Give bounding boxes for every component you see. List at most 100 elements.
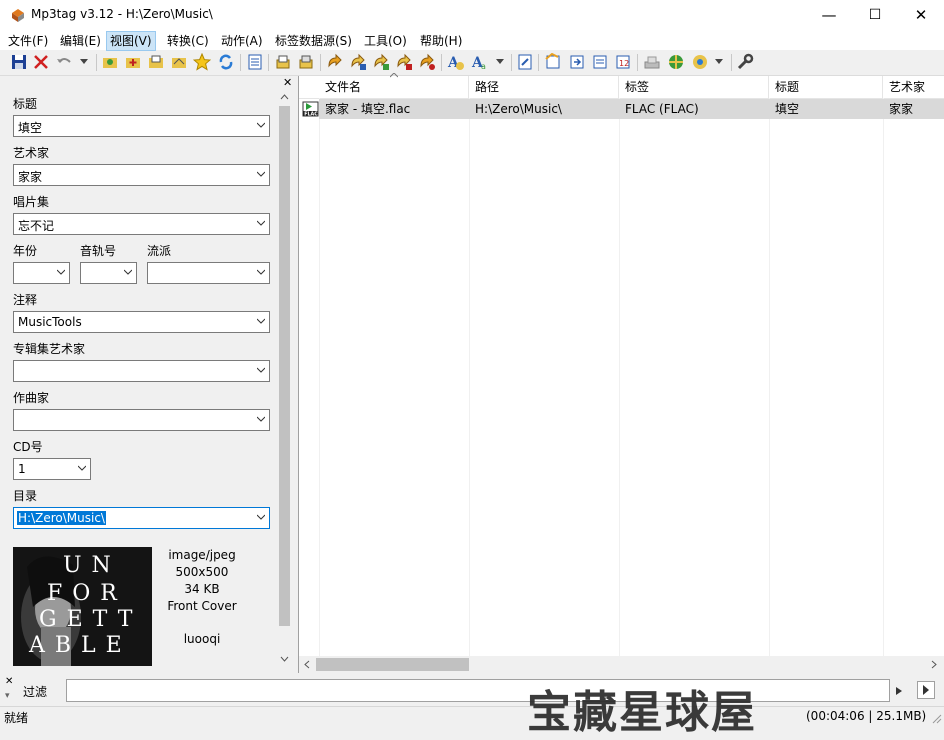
case-dropdown-icon[interactable]: Aa [471, 53, 489, 71]
add-folder-icon[interactable] [170, 53, 188, 71]
scroll-down-icon[interactable] [280, 655, 289, 663]
album-cover[interactable]: UN FOR GETT ABLE [13, 547, 152, 666]
filter-dropdown-icon[interactable] [894, 686, 904, 696]
disc-field[interactable]: 1 [13, 458, 91, 480]
file-list[interactable] [298, 76, 944, 673]
genre-field[interactable] [147, 262, 270, 284]
text-from-tag-icon[interactable] [395, 53, 413, 71]
export-icon[interactable] [274, 53, 292, 71]
filter-label: 过滤 [23, 685, 48, 699]
chevron-down-icon[interactable] [257, 366, 265, 374]
album-field[interactable]: 忘不记 [13, 213, 270, 235]
track-label: 音轨号 [80, 244, 117, 258]
filename-from-filename-icon[interactable] [372, 53, 390, 71]
sort-ascending-icon [390, 73, 398, 78]
close-button[interactable]: ✕ [898, 0, 944, 30]
chevron-down-icon[interactable] [257, 219, 265, 227]
open-folder-icon[interactable] [147, 53, 165, 71]
column-artist[interactable]: 艺术家 [883, 76, 944, 98]
chevron-down-icon[interactable] [257, 317, 265, 325]
track-field[interactable] [80, 262, 137, 284]
tag-from-filename-icon[interactable] [326, 53, 344, 71]
remove-tag-icon[interactable] [32, 53, 50, 71]
maximize-button[interactable]: ☐ [852, 0, 898, 30]
column-path[interactable]: 路径 [469, 76, 619, 98]
discogs-dropdown-icon[interactable] [715, 59, 723, 65]
comment-label: 注释 [13, 293, 38, 307]
toolbar-separator [637, 54, 638, 71]
artist-field[interactable]: 家家 [13, 164, 270, 186]
composer-field[interactable] [13, 409, 270, 431]
filter-pin-icon[interactable]: ▾ [5, 691, 10, 701]
toolbar-separator [731, 54, 732, 71]
svg-text:FLAC: FLAC [304, 111, 318, 117]
album-artist-field[interactable] [13, 360, 270, 382]
change-dir-icon[interactable] [101, 53, 119, 71]
chevron-down-icon[interactable] [124, 268, 132, 276]
scrollbar-thumb[interactable] [279, 106, 290, 626]
undo-dropdown-icon[interactable] [80, 59, 88, 65]
tag-panel-icon[interactable] [246, 53, 264, 71]
title-field[interactable]: 填空 [13, 115, 270, 137]
resize-grip-icon[interactable] [930, 712, 942, 724]
menu-help[interactable]: 帮助(H) [417, 32, 465, 50]
web-source-1-icon[interactable] [544, 53, 562, 71]
save-icon[interactable] [10, 53, 28, 71]
menu-tag-sources[interactable]: 标签数据源(S) [272, 32, 355, 50]
panel-close-icon[interactable]: ✕ [283, 76, 292, 89]
extended-tags-icon[interactable] [516, 53, 534, 71]
menu-view[interactable]: 视图(V) [106, 31, 156, 51]
scroll-up-icon[interactable] [280, 93, 289, 101]
import-icon[interactable] [297, 53, 315, 71]
scroll-right-icon[interactable] [930, 660, 938, 669]
undo-icon[interactable] [55, 53, 73, 71]
comment-field[interactable]: MusicTools [13, 311, 270, 333]
directory-field[interactable]: H:\Zero\Music\ [13, 507, 270, 529]
add-dir-icon[interactable] [124, 53, 142, 71]
chevron-down-icon[interactable] [257, 513, 265, 521]
menu-file[interactable]: 文件(F) [5, 32, 51, 50]
filter-close-icon[interactable]: ✕ [5, 676, 13, 687]
menu-convert[interactable]: 转换(C) [164, 32, 212, 50]
menu-edit[interactable]: 编辑(E) [57, 32, 104, 50]
filter-go-icon[interactable] [917, 681, 935, 699]
settings-icon[interactable] [736, 53, 754, 71]
filename-from-tag-icon[interactable] [349, 53, 367, 71]
minimize-button[interactable]: — [806, 0, 852, 30]
chevron-down-icon[interactable] [257, 170, 265, 178]
column-divider [619, 98, 620, 658]
favorite-icon[interactable] [193, 53, 211, 71]
column-filename[interactable]: 文件名 [319, 76, 469, 98]
column-title[interactable]: 标题 [769, 76, 883, 98]
musicbrainz-icon[interactable] [667, 53, 685, 71]
case-conversion-icon[interactable]: A [447, 53, 465, 71]
menu-tools[interactable]: 工具(O) [361, 32, 410, 50]
chevron-down-icon[interactable] [257, 268, 265, 276]
case-arrow-icon[interactable] [496, 59, 504, 65]
status-bar [0, 706, 944, 727]
tag-panel-scrollbar[interactable] [277, 90, 292, 668]
column-tag[interactable]: 标签 [619, 76, 769, 98]
autonumber-icon[interactable] [418, 53, 436, 71]
filter-input[interactable] [66, 679, 890, 702]
cover-art-line: FOR [47, 581, 127, 606]
chevron-down-icon[interactable] [257, 415, 265, 423]
menu-actions[interactable]: 动作(A) [218, 32, 266, 50]
year-field[interactable] [13, 262, 70, 284]
web-source-3-icon[interactable] [591, 53, 609, 71]
scroll-left-icon[interactable] [303, 660, 311, 669]
chevron-down-icon[interactable] [57, 268, 65, 276]
scrollbar-thumb[interactable] [316, 658, 469, 671]
freedb-icon[interactable] [643, 53, 661, 71]
chevron-down-icon[interactable] [78, 464, 86, 472]
toolbar-separator [538, 54, 539, 71]
cell-title: 填空 [775, 102, 800, 116]
cell-artist: 家家 [889, 102, 914, 116]
file-list-hscrollbar[interactable] [299, 656, 944, 673]
numbering-icon[interactable]: 12 [614, 53, 632, 71]
chevron-down-icon[interactable] [257, 121, 265, 129]
toolbar-separator [511, 54, 512, 71]
web-source-2-icon[interactable] [568, 53, 586, 71]
refresh-icon[interactable] [217, 53, 235, 71]
discogs-icon[interactable] [691, 53, 709, 71]
